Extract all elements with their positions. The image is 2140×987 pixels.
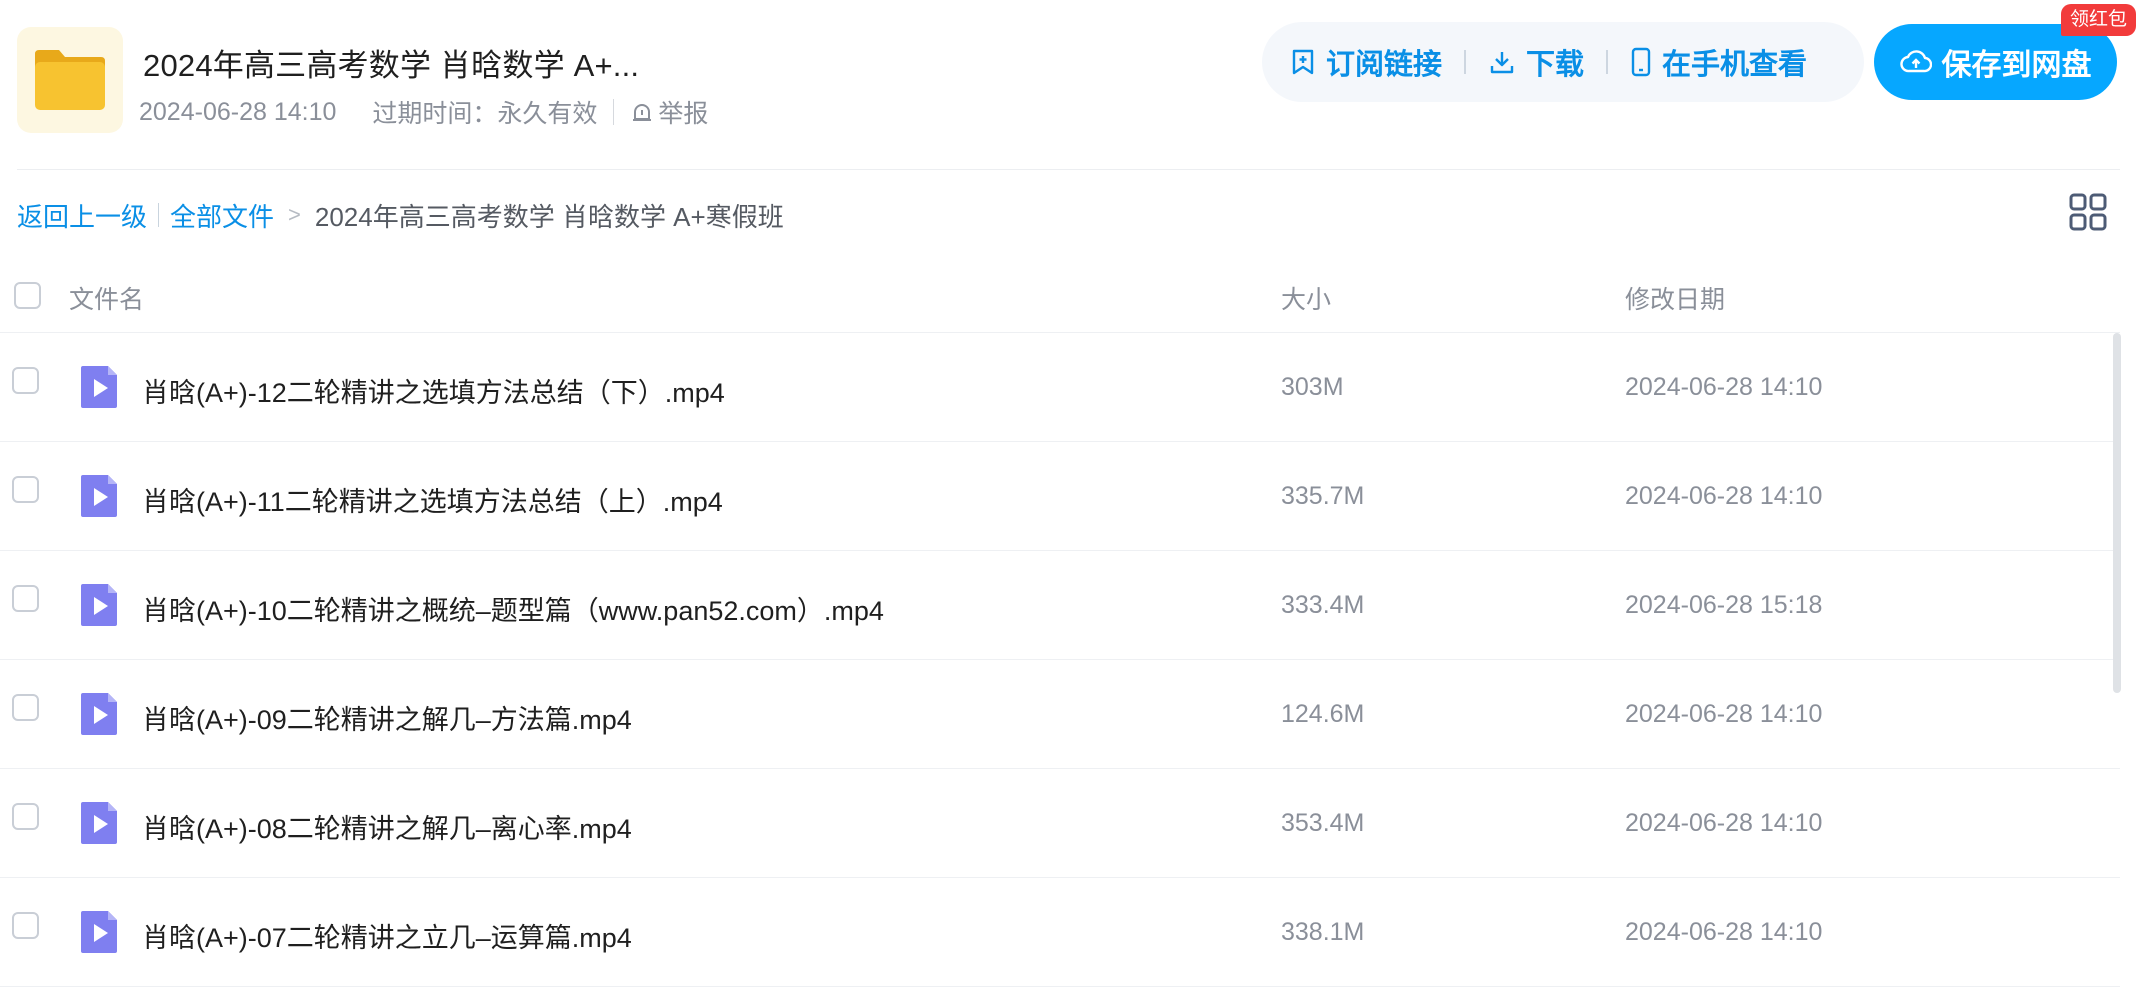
action-divider — [1464, 50, 1467, 74]
file-name[interactable]: 肖晗(A+)-10二轮精讲之概统–题型篇（www.pan52.com）.mp4 — [142, 589, 884, 628]
action-divider — [1606, 50, 1609, 74]
file-name[interactable]: 肖晗(A+)-09二轮精讲之解几–方法篇.mp4 — [142, 698, 632, 737]
view-on-mobile-label: 在手机查看 — [1662, 49, 1808, 81]
table-header: 文件名 大小 修改日期 — [0, 260, 2120, 333]
breadcrumb-divider — [158, 203, 160, 227]
row-checkbox[interactable] — [12, 694, 39, 721]
row-checkbox[interactable] — [12, 803, 39, 830]
view-on-mobile-button[interactable]: 在手机查看 — [1630, 41, 1807, 83]
file-size: 303M — [1281, 373, 1344, 401]
file-size: 124.6M — [1281, 700, 1365, 728]
file-size: 338.1M — [1281, 918, 1365, 946]
download-label: 下载 — [1526, 49, 1585, 81]
phone-icon — [1631, 47, 1651, 77]
subscribe-button[interactable]: 订阅链接 — [1290, 41, 1442, 83]
share-meta: 2024-06-28 14:10 过期时间：永久有效 举报 — [139, 94, 708, 130]
file-name[interactable]: 肖晗(A+)-08二轮精讲之解几–离心率.mp4 — [142, 807, 632, 846]
video-file-icon — [81, 366, 117, 408]
table-row[interactable]: 肖晗(A+)-07二轮精讲之立几–运算篇.mp4 338.1M 2024-06-… — [0, 878, 2120, 987]
row-checkbox[interactable] — [12, 367, 39, 394]
breadcrumb: 返回上一级 全部文件 > 2024年高三高考数学 肖晗数学 A+寒假班 — [17, 195, 784, 235]
table-row[interactable]: 肖晗(A+)-10二轮精讲之概统–题型篇（www.pan52.com）.mp4 … — [0, 551, 2120, 660]
file-date: 2024-06-28 14:10 — [1625, 809, 1823, 837]
meta-divider — [613, 99, 615, 125]
video-file-icon — [81, 693, 117, 735]
column-size[interactable]: 大小 — [1281, 280, 1331, 316]
file-date: 2024-06-28 14:10 — [1625, 918, 1823, 946]
bookmark-plus-icon — [1292, 49, 1314, 75]
table-row[interactable]: 肖晗(A+)-11二轮精讲之选填方法总结（上）.mp4 335.7M 2024-… — [0, 442, 2120, 551]
alarm-icon — [633, 104, 652, 121]
file-name[interactable]: 肖晗(A+)-07二轮精讲之立几–运算篇.mp4 — [142, 916, 632, 955]
subscribe-label: 订阅链接 — [1326, 49, 1443, 81]
table-row[interactable]: 肖晗(A+)-08二轮精讲之解几–离心率.mp4 353.4M 2024-06-… — [0, 769, 2120, 878]
back-link[interactable]: 返回上一级 — [17, 197, 147, 234]
video-file-icon — [81, 911, 117, 953]
action-bar: 订阅链接 下载 在手机查看 — [1262, 22, 1864, 102]
file-size: 353.4M — [1281, 809, 1365, 837]
column-date[interactable]: 修改日期 — [1625, 280, 1725, 316]
file-date: 2024-06-28 15:18 — [1625, 591, 1823, 619]
row-checkbox[interactable] — [12, 585, 39, 612]
report-link[interactable]: 举报 — [630, 94, 708, 130]
file-list: 肖晗(A+)-12二轮精讲之选填方法总结（下）.mp4 303M 2024-06… — [0, 333, 2120, 987]
table-row[interactable]: 肖晗(A+)-09二轮精讲之解几–方法篇.mp4 124.6M 2024-06-… — [0, 660, 2120, 769]
file-size: 333.4M — [1281, 591, 1365, 619]
download-icon — [1490, 52, 1514, 74]
file-date: 2024-06-28 14:10 — [1625, 373, 1823, 401]
file-name[interactable]: 肖晗(A+)-11二轮精讲之选填方法总结（上）.mp4 — [142, 480, 723, 519]
chevron-right-icon: > — [288, 202, 301, 227]
grid-view-icon[interactable] — [2069, 193, 2107, 231]
file-size: 335.7M — [1281, 482, 1365, 510]
all-files-link[interactable]: 全部文件 — [170, 197, 274, 234]
current-folder: 2024年高三高考数学 肖晗数学 A+寒假班 — [314, 201, 784, 232]
red-packet-badge[interactable]: 领红包 — [2061, 4, 2137, 36]
folder-thumbnail — [17, 27, 123, 133]
download-button[interactable]: 下载 — [1488, 41, 1584, 83]
cloud-upload-icon — [1899, 50, 1932, 73]
file-date: 2024-06-28 14:10 — [1625, 700, 1823, 728]
column-name[interactable]: 文件名 — [69, 280, 144, 316]
file-name[interactable]: 肖晗(A+)-12二轮精讲之选填方法总结（下）.mp4 — [142, 371, 725, 410]
file-date: 2024-06-28 14:10 — [1625, 482, 1823, 510]
scrollbar[interactable] — [2113, 333, 2121, 693]
save-to-netdisk-label: 保存到网盘 — [1941, 49, 2092, 82]
table-row[interactable]: 肖晗(A+)-12二轮精讲之选填方法总结（下）.mp4 303M 2024-06… — [0, 333, 2120, 442]
expiry-text: 过期时间：永久有效 — [372, 100, 598, 128]
select-all-checkbox[interactable] — [14, 282, 41, 309]
row-checkbox[interactable] — [12, 476, 39, 503]
video-file-icon — [81, 802, 117, 844]
share-date: 2024-06-28 14:10 — [139, 97, 337, 126]
header-divider — [17, 169, 2120, 170]
video-file-icon — [81, 584, 117, 626]
row-checkbox[interactable] — [12, 912, 39, 939]
share-title: 2024年高三高考数学 肖晗数学 A+... — [143, 48, 640, 83]
folder-icon — [35, 50, 105, 110]
video-file-icon — [81, 475, 117, 517]
report-label: 举报 — [658, 100, 709, 128]
